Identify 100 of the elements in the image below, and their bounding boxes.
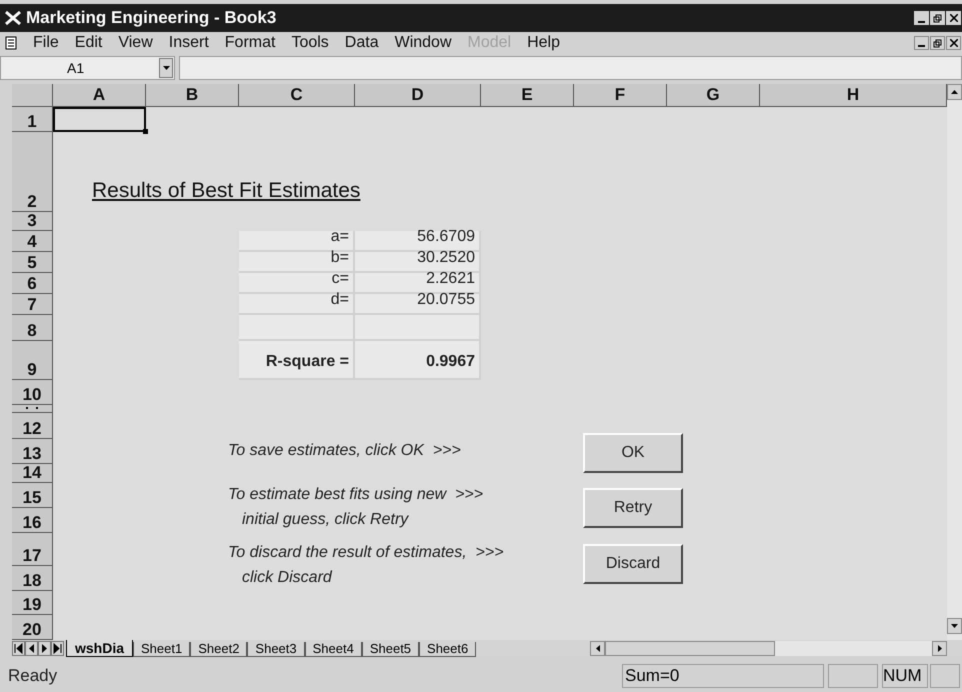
app-logo-icon xyxy=(4,10,22,26)
row-header[interactable]: 13 xyxy=(12,439,53,464)
sheet-tab[interactable]: Sheet4 xyxy=(304,642,362,657)
restore-button[interactable] xyxy=(930,36,945,50)
table-cell: R-square = xyxy=(239,341,355,380)
row-header[interactable]: 12 xyxy=(12,413,53,439)
close-button[interactable] xyxy=(946,36,961,50)
horizontal-scrollbar[interactable] xyxy=(590,641,947,656)
name-box-dropdown[interactable] xyxy=(159,58,173,78)
restore-icon xyxy=(933,14,942,22)
column-header[interactable]: B xyxy=(146,84,239,107)
left-arrow-icon xyxy=(596,645,600,652)
menu-item[interactable]: View xyxy=(110,31,161,55)
next-sheet-icon[interactable] xyxy=(38,641,51,656)
sum-panel: Sum=0 xyxy=(622,664,824,688)
scroll-up-button[interactable] xyxy=(947,84,962,100)
menu-item[interactable]: Window xyxy=(386,31,460,55)
row-header[interactable]: 2 xyxy=(12,132,53,212)
active-cell[interactable] xyxy=(53,107,146,132)
row-header[interactable]: 14 xyxy=(12,464,53,483)
sheet-tab[interactable]: Sheet2 xyxy=(190,642,248,657)
document-icon[interactable] xyxy=(3,36,19,50)
row-header[interactable]: 7 xyxy=(12,294,53,315)
status-panel xyxy=(828,664,878,688)
row-header[interactable]: 15 xyxy=(12,483,53,508)
menu-item[interactable]: Edit xyxy=(66,31,110,55)
num-lock-panel: NUM xyxy=(882,664,928,688)
row-header[interactable] xyxy=(12,405,53,413)
minimize-button[interactable] xyxy=(914,11,929,25)
close-icon xyxy=(950,39,958,47)
row-header[interactable]: 10 xyxy=(12,380,53,405)
vertical-scrollbar[interactable] xyxy=(947,84,962,640)
sheet-tab[interactable]: wshDia xyxy=(66,640,134,657)
scrollbar-thumb[interactable] xyxy=(605,641,775,656)
column-header[interactable]: F xyxy=(574,84,667,107)
menu-item[interactable]: Help xyxy=(519,31,568,55)
menu-item[interactable]: Data xyxy=(336,31,387,55)
sheet-tab[interactable]: Sheet5 xyxy=(362,642,420,657)
sheet-heading: Results of Best Fit Estimates xyxy=(92,178,360,204)
table-cell: 20.0755 xyxy=(355,294,481,315)
column-header[interactable]: H xyxy=(760,84,947,107)
row-header[interactable]: 20 xyxy=(12,615,53,640)
row-header[interactable]: 17 xyxy=(12,533,53,566)
sheet-tab[interactable]: Sheet1 xyxy=(133,642,190,657)
sheet-tab[interactable]: Sheet6 xyxy=(419,642,476,657)
close-icon xyxy=(950,14,958,22)
restore-button[interactable] xyxy=(930,11,945,25)
minimize-icon xyxy=(918,45,925,47)
close-button[interactable] xyxy=(946,11,961,25)
minimize-button[interactable] xyxy=(914,36,929,50)
dialog-button[interactable]: Retry xyxy=(583,488,683,528)
column-header[interactable]: C xyxy=(239,84,355,107)
column-header[interactable]: D xyxy=(355,84,481,107)
restore-icon xyxy=(933,38,942,48)
dialog-button[interactable]: Discard xyxy=(583,544,683,584)
instruction-text: initial guess, click Retry xyxy=(241,510,408,530)
table-cell: 30.2520 xyxy=(355,252,481,273)
table-cell: d= xyxy=(239,294,355,315)
status-panel xyxy=(930,664,960,688)
instruction-text: click Discard xyxy=(241,568,332,588)
row-header[interactable]: 16 xyxy=(12,508,53,533)
row-header[interactable]: 6 xyxy=(12,273,53,294)
menu-item[interactable]: Format xyxy=(216,31,284,55)
table-cell: b= xyxy=(239,252,355,273)
menu-item[interactable]: Tools xyxy=(283,31,337,55)
row-header[interactable]: 18 xyxy=(12,566,53,591)
row-header[interactable]: 4 xyxy=(12,231,53,252)
formula-field[interactable] xyxy=(179,56,962,80)
scroll-down-button[interactable] xyxy=(947,618,962,634)
row-header[interactable]: 8 xyxy=(12,315,53,341)
column-header[interactable]: G xyxy=(667,84,760,107)
last-sheet-icon[interactable] xyxy=(51,641,64,656)
scroll-left-button[interactable] xyxy=(590,641,605,656)
row-header[interactable]: 9 xyxy=(12,341,53,380)
instruction-text: To estimate best fits using new >>> xyxy=(228,485,484,505)
column-header[interactable]: A xyxy=(53,84,146,107)
previous-sheet-icon[interactable] xyxy=(25,641,38,656)
caret-icon xyxy=(162,66,170,70)
fill-handle[interactable] xyxy=(143,129,148,134)
status-text: Ready xyxy=(8,665,58,688)
table-cell: c= xyxy=(239,273,355,294)
row-header[interactable]: 3 xyxy=(12,212,53,231)
row-header[interactable]: 5 xyxy=(12,252,53,273)
name-box[interactable]: A1 xyxy=(0,56,175,80)
select-all-button[interactable] xyxy=(12,84,53,107)
minimize-icon xyxy=(918,21,925,23)
first-sheet-icon[interactable] xyxy=(12,641,25,656)
down-arrow-icon xyxy=(951,624,958,628)
dialog-button[interactable]: OK xyxy=(583,433,683,473)
menu-item[interactable]: File xyxy=(25,31,67,55)
table-cell: 2.2621 xyxy=(355,273,481,294)
column-header[interactable]: E xyxy=(481,84,574,107)
menu-item[interactable]: Insert xyxy=(160,31,217,55)
sheet-tab[interactable]: Sheet3 xyxy=(247,642,305,657)
table-cell: a= xyxy=(239,231,355,252)
scroll-right-button[interactable] xyxy=(932,641,947,656)
table-cell: 0.9967 xyxy=(355,341,481,380)
row-header[interactable]: 1 xyxy=(12,107,53,132)
row-header[interactable]: 19 xyxy=(12,591,53,615)
window-title: Marketing Engineering - Book3 xyxy=(26,7,276,30)
